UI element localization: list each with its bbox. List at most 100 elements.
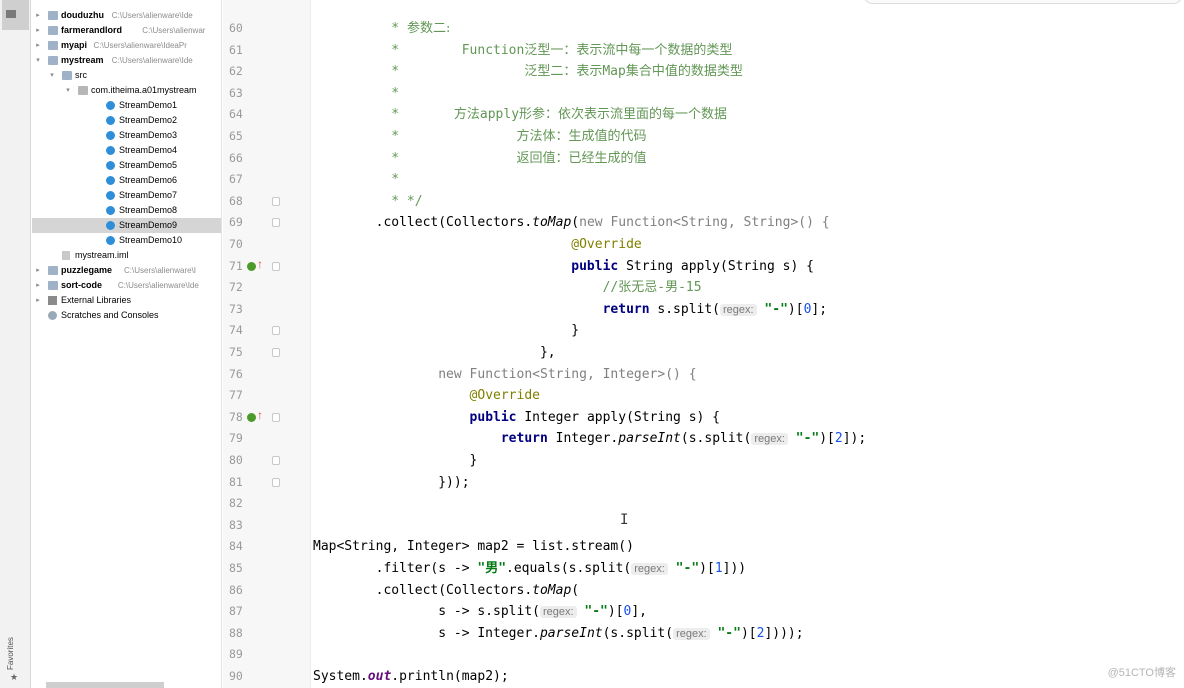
code-line[interactable] <box>313 644 1184 666</box>
code-line[interactable]: * <box>313 83 1184 105</box>
code-line[interactable]: new Function<String, Integer>() { <box>313 364 1184 386</box>
code-line[interactable]: } <box>313 450 1184 472</box>
code-line[interactable] <box>313 493 1184 515</box>
code-line[interactable]: * 方法apply形参：依次表示流里面的每一个数据 <box>313 104 1184 126</box>
tree-item[interactable]: ▾ com.itheima.a01mystream <box>32 83 221 98</box>
tree-item[interactable]: ▸ External Libraries <box>32 293 221 308</box>
tree-item[interactable]: ▾ mystream C:\Users\alienware\Ide <box>32 53 221 68</box>
chevron-right-icon[interactable]: ▸ <box>34 23 42 38</box>
tree-item[interactable]: ▾ src <box>32 68 221 83</box>
fold-toggle-icon[interactable] <box>272 196 280 206</box>
code-token: "-" <box>764 301 788 317</box>
code-line[interactable]: return s.split(regex: "-")[0]; <box>313 299 1184 321</box>
tree-item[interactable]: mystream.iml <box>32 248 221 263</box>
tree-item[interactable]: ▸ douduzhu C:\Users\alienware\Ide <box>32 8 221 23</box>
code-line[interactable]: .collect(Collectors.toMap( <box>313 580 1184 602</box>
tree-item[interactable]: ▸ farmerandlord C:\Users\alienwar <box>32 23 221 38</box>
fold-toggle-icon[interactable] <box>272 261 280 271</box>
code-token: * <box>313 150 517 166</box>
project-tool-tab[interactable] <box>2 0 29 30</box>
code-line[interactable]: * <box>313 169 1184 191</box>
code-area[interactable]: * 参数二: * Function泛型一：表示流中每一个数据的类型 * 泛型二：… <box>313 0 1184 688</box>
code-line[interactable]: return Integer.parseInt(s.split(regex: "… <box>313 428 1184 450</box>
tree-item[interactable]: ▸ myapi C:\Users\alienware\IdeaPr <box>32 38 221 53</box>
fold-toggle-icon[interactable] <box>272 326 280 336</box>
tree-item[interactable]: ▸ puzzlegame C:\Users\alienware\I <box>32 263 221 278</box>
tree-item[interactable]: StreamDemo5 <box>32 158 221 173</box>
fold-toggle-icon[interactable] <box>272 218 280 228</box>
code-token: (s.split( <box>602 625 674 641</box>
fold-toggle-icon[interactable] <box>272 456 280 465</box>
code-line[interactable] <box>313 515 1184 537</box>
implement-marker-icon[interactable] <box>247 412 256 422</box>
code-line[interactable]: * 参数二: <box>313 18 1184 40</box>
tree-item[interactable]: StreamDemo7 <box>32 188 221 203</box>
code-token: * <box>313 172 400 188</box>
override-arrow-icon[interactable]: ↑ <box>257 257 263 271</box>
chevron-right-icon[interactable]: ▸ <box>34 263 42 278</box>
code-line[interactable]: * 返回值：已经生成的值 <box>313 148 1184 170</box>
chevron-right-icon[interactable]: ▸ <box>34 38 42 53</box>
tree-item[interactable]: StreamDemo1 <box>32 98 221 113</box>
tree-item[interactable]: StreamDemo9 <box>32 218 221 233</box>
fold-toggle-icon[interactable] <box>272 348 280 357</box>
code-line[interactable]: })); <box>313 472 1184 494</box>
tree-item[interactable]: Scratches and Consoles <box>32 308 221 323</box>
tree-item[interactable]: StreamDemo3 <box>32 128 221 143</box>
code-line[interactable]: System.out.println(map2); <box>313 666 1184 688</box>
horizontal-scrollbar[interactable] <box>46 682 164 688</box>
folder-icon <box>48 56 58 65</box>
code-line[interactable]: public Integer apply(String s) { <box>313 407 1184 429</box>
tree-item[interactable]: ▸ sort-code C:\Users\alienware\Ide <box>32 278 221 293</box>
code-line[interactable]: public String apply(String s) { <box>313 256 1184 278</box>
code-line[interactable]: .collect(Collectors.toMap(new Function<S… <box>313 212 1184 234</box>
tree-item[interactable]: StreamDemo6 <box>32 173 221 188</box>
gutter-row: 66 <box>223 148 311 170</box>
tree-item[interactable]: StreamDemo4 <box>32 143 221 158</box>
code-line[interactable]: s -> Integer.parseInt(s.split(regex: "-"… <box>313 623 1184 645</box>
chevron-right-icon[interactable]: ▸ <box>34 278 42 293</box>
code-token: 方法 <box>453 107 480 123</box>
tree-item[interactable]: StreamDemo8 <box>32 203 221 218</box>
project-tree-panel: ▸ douduzhu C:\Users\alienware\Ide ▸ farmeran… <box>32 0 222 688</box>
code-editor[interactable]: 60 61 62 63 64 65 66 67 68 69 70 71 ↑ 72 73 74 75 76 77 78 ↑… <box>223 0 1184 688</box>
override-arrow-icon[interactable]: ↑ <box>257 408 263 422</box>
chevron-down-icon[interactable]: ▾ <box>64 83 72 98</box>
tree-item-label: StreamDemo10 <box>119 235 183 245</box>
code-line[interactable]: } <box>313 320 1184 342</box>
code-token: "-" <box>795 431 820 447</box>
tree-item-label: StreamDemo9 <box>119 220 178 230</box>
code-line[interactable]: s -> s.split(regex: "-")[0], <box>313 601 1184 623</box>
code-line[interactable]: .filter(s -> "男".equals(s.split(regex: "… <box>313 558 1184 580</box>
tree-item-label: StreamDemo2 <box>119 115 178 125</box>
chevron-right-icon[interactable]: ▸ <box>34 8 42 23</box>
code-line[interactable]: }, <box>313 342 1184 364</box>
code-line[interactable]: @Override <box>313 234 1184 256</box>
code-line[interactable]: Map<String, Integer> map2 = list.stream(… <box>313 536 1184 558</box>
tree-item[interactable]: StreamDemo2 <box>32 113 221 128</box>
tree-item-label: Scratches and Consoles <box>61 310 159 320</box>
code-line[interactable]: * Function泛型一：表示流中每一个数据的类型 <box>313 40 1184 62</box>
line-number: 75 <box>229 345 243 359</box>
code-line[interactable]: * 泛型二：表示Map集合中值的数据类型 <box>313 61 1184 83</box>
chevron-right-icon[interactable]: ▸ <box>34 293 42 308</box>
gutter-row: 74 <box>223 320 311 342</box>
fold-toggle-icon[interactable] <box>272 412 280 422</box>
code-line[interactable]: * 方法体：生成值的代码 <box>313 126 1184 148</box>
code-token: (s.split( <box>680 431 752 447</box>
gutter-row: 75 <box>223 342 311 364</box>
code-token: Function <box>461 42 525 58</box>
tree-item[interactable]: StreamDemo10 <box>32 233 221 248</box>
code-line[interactable]: * */ <box>313 191 1184 213</box>
favorites-tab[interactable]: Favorites <box>6 630 24 670</box>
chevron-down-icon[interactable]: ▾ <box>48 68 56 83</box>
code-line[interactable]: //张无忌-男-15 <box>313 277 1184 299</box>
code-line[interactable]: @Override <box>313 385 1184 407</box>
scratches-icon <box>48 311 57 320</box>
fold-toggle-icon[interactable] <box>272 477 280 487</box>
code-token: .collect(Collectors. <box>313 582 533 598</box>
implement-marker-icon[interactable] <box>247 261 256 271</box>
chevron-down-icon[interactable]: ▾ <box>34 53 42 68</box>
